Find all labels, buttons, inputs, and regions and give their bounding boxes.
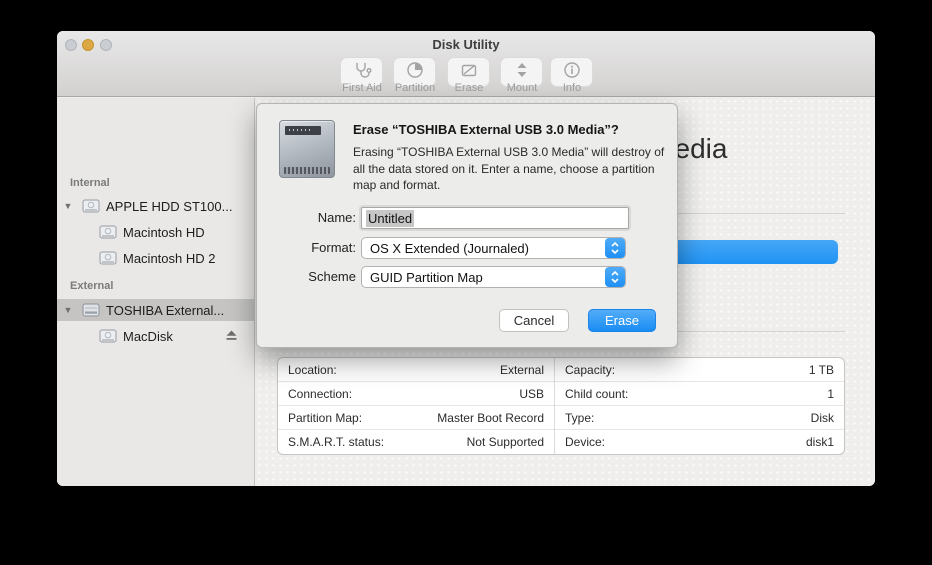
disclosure-triangle-icon[interactable]: ▼ [63, 305, 73, 315]
table-row: Location: External [278, 358, 554, 382]
name-value-selected-text: Untitled [366, 210, 414, 227]
scheme-dropdown[interactable]: GUID Partition Map [361, 266, 626, 288]
chevron-up-down-icon [605, 267, 625, 287]
first-aid-icon [352, 61, 372, 84]
table-row: Partition Map: Master Boot Record [278, 406, 554, 430]
volume-icon [99, 224, 117, 240]
sidebar-item-label: Macintosh HD 2 [123, 251, 215, 266]
mount-icon [514, 61, 530, 84]
volume-icon [99, 250, 117, 266]
erase-confirm-button[interactable]: Erase [588, 309, 656, 332]
sidebar: Internal ▼ APPLE HDD ST100... Macintosh … [57, 98, 255, 486]
eject-icon[interactable] [224, 329, 239, 342]
dialog-body-text: Erasing “TOSHIBA External USB 3.0 Media”… [353, 144, 671, 194]
table-row: S.M.A.R.T. status: Not Supported [278, 430, 554, 454]
external-disk-icon [82, 302, 100, 318]
volume-icon [99, 328, 117, 344]
info-table: Location: External Connection: USB Parti… [277, 357, 845, 455]
format-dropdown[interactable]: OS X Extended (Journaled) [361, 237, 626, 259]
scheme-selected-value: GUID Partition Map [362, 270, 605, 285]
sidebar-item-macintosh-hd[interactable]: Macintosh HD [57, 221, 255, 243]
name-label: Name: [261, 210, 356, 225]
format-selected-value: OS X Extended (Journaled) [362, 241, 605, 256]
table-row: Child count: 1 [555, 382, 844, 406]
hard-drive-icon [279, 120, 335, 178]
table-row: Device: disk1 [555, 430, 844, 454]
sidebar-item-label: APPLE HDD ST100... [106, 199, 232, 214]
window-title: Disk Utility [57, 37, 875, 52]
info-table-left-column: Location: External Connection: USB Parti… [278, 358, 555, 454]
titlebar-toolbar: Disk Utility First Aid Partition Erase [57, 31, 875, 97]
cancel-button[interactable]: Cancel [499, 309, 569, 332]
table-row: Capacity: 1 TB [555, 358, 844, 382]
table-row: Type: Disk [555, 406, 844, 430]
erase-icon [460, 62, 478, 83]
sidebar-item-label: Macintosh HD [123, 225, 205, 240]
disk-utility-window: Disk Utility First Aid Partition Erase [57, 31, 875, 486]
info-label: Info [537, 82, 607, 94]
name-input[interactable]: Untitled [361, 207, 629, 229]
screenshot-canvas: Disk Utility First Aid Partition Erase [0, 0, 932, 565]
dialog-title: Erase “TOSHIBA External USB 3.0 Media”? [353, 122, 669, 137]
sidebar-item-apple-hdd[interactable]: ▼ APPLE HDD ST100... [57, 195, 255, 217]
chevron-up-down-icon [605, 238, 625, 258]
internal-disk-icon [82, 198, 100, 214]
sidebar-section-external: External [70, 280, 113, 292]
sidebar-item-macintosh-hd-2[interactable]: Macintosh HD 2 [57, 247, 255, 269]
erase-dialog: Erase “TOSHIBA External USB 3.0 Media”? … [256, 103, 678, 348]
table-row: Connection: USB [278, 382, 554, 406]
partition-icon [406, 61, 424, 84]
disclosure-triangle-icon[interactable]: ▼ [63, 201, 73, 211]
info-icon [563, 61, 581, 84]
info-table-right-column: Capacity: 1 TB Child count: 1 Type: Disk… [555, 358, 844, 454]
sidebar-item-toshiba-external[interactable]: ▼ TOSHIBA External... [57, 299, 255, 321]
sidebar-section-internal: Internal [70, 177, 110, 189]
scheme-label: Scheme [261, 269, 356, 284]
sidebar-item-label: TOSHIBA External... [106, 303, 224, 318]
format-label: Format: [261, 240, 356, 255]
sidebar-item-label: MacDisk [123, 329, 173, 344]
sidebar-item-macdisk[interactable]: MacDisk [57, 325, 255, 347]
